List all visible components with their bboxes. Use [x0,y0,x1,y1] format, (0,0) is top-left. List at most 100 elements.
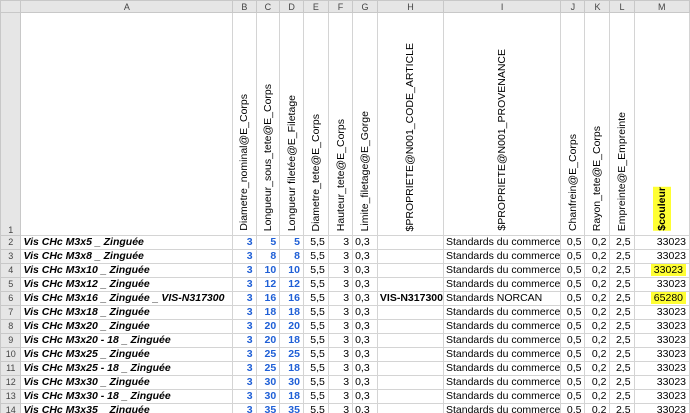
header-cell-i[interactable]: $PROPRIETE@N001_PROVENANCE [442,12,562,236]
cell-rayon-tete[interactable]: 0,2 [584,249,611,264]
cell-chanfrein[interactable]: 0,5 [560,235,586,250]
cell-empreinte[interactable]: 2,5 [609,305,635,320]
cell-longueur-sous-tete[interactable]: 25 [255,361,281,376]
cell-limite-filetage[interactable]: 0,3 [352,375,378,390]
cell-provenance[interactable]: Standards du commerce [442,389,562,404]
row-header[interactable]: 5 [0,277,22,292]
cell-longueur-sous-tete[interactable]: 16 [255,291,281,306]
cell-couleur[interactable]: 33023 [633,361,690,376]
cell-provenance[interactable]: Standards du commerce [442,305,562,320]
cell-diametre-tete[interactable]: 5,5 [302,389,329,404]
cell-longueur-filetee[interactable]: 18 [279,361,304,376]
header-cell-l[interactable]: Empreinte@E_Empreinte [609,12,635,236]
cell-hauteur-tete[interactable]: 3 [327,235,354,250]
cell-code-article[interactable] [376,333,444,348]
cell-hauteur-tete[interactable]: 3 [327,333,354,348]
row-header[interactable]: 10 [0,347,22,362]
cell-diametre-nominal[interactable]: 3 [232,249,257,264]
cell-diametre-tete[interactable]: 5,5 [302,305,329,320]
cell-name[interactable]: Vis CHc M3x25 - 18 _ Zinguée [20,361,234,376]
cell-provenance[interactable]: Standards du commerce [442,333,562,348]
cell-diametre-nominal[interactable]: 3 [232,291,257,306]
cell-empreinte[interactable]: 2,5 [609,347,635,362]
cell-limite-filetage[interactable]: 0,3 [352,291,378,306]
cell-empreinte[interactable]: 2,5 [609,361,635,376]
column-header-k[interactable]: K [584,0,611,13]
cell-provenance[interactable]: Standards NORCAN [442,291,562,306]
cell-provenance[interactable]: Standards du commerce [442,361,562,376]
column-header-l[interactable]: L [609,0,635,13]
cell-longueur-filetee[interactable]: 30 [279,375,304,390]
cell-rayon-tete[interactable]: 0,2 [584,347,611,362]
column-header-c[interactable]: C [255,0,281,13]
cell-provenance[interactable]: Standards du commerce [442,403,562,413]
cell-couleur[interactable]: 33023 [633,333,690,348]
row-header[interactable]: 1 [0,12,22,236]
cell-empreinte[interactable]: 2,5 [609,319,635,334]
cell-couleur[interactable]: 65280 [633,291,690,306]
cell-longueur-sous-tete[interactable]: 18 [255,305,281,320]
cell-hauteur-tete[interactable]: 3 [327,249,354,264]
cell-couleur[interactable]: 33023 [633,277,690,292]
cell-longueur-filetee[interactable]: 12 [279,277,304,292]
cell-name[interactable]: Vis CHc M3x12 _ Zinguée [20,277,234,292]
cell-longueur-sous-tete[interactable]: 20 [255,333,281,348]
cell-limite-filetage[interactable]: 0,3 [352,249,378,264]
cell-longueur-sous-tete[interactable]: 10 [255,263,281,278]
cell-chanfrein[interactable]: 0,5 [560,375,586,390]
cell-name[interactable]: Vis CHc M3x10 _ Zinguée [20,263,234,278]
cell-hauteur-tete[interactable]: 3 [327,403,354,413]
cell-chanfrein[interactable]: 0,5 [560,305,586,320]
column-header-e[interactable]: E [302,0,329,13]
cell-chanfrein[interactable]: 0,5 [560,389,586,404]
column-header-h[interactable]: H [376,0,444,13]
cell-rayon-tete[interactable]: 0,2 [584,361,611,376]
cell-rayon-tete[interactable]: 0,2 [584,375,611,390]
header-cell-c[interactable]: Longueur_sous_tete@E_Corps [255,12,281,236]
cell-longueur-sous-tete[interactable]: 25 [255,347,281,362]
cell-diametre-tete[interactable]: 5,5 [302,235,329,250]
cell-name[interactable]: Vis CHc M3x16 _ Zinguée _ VIS-N317300 [20,291,234,306]
cell-provenance[interactable]: Standards du commerce [442,319,562,334]
cell-diametre-nominal[interactable]: 3 [232,347,257,362]
cell-diametre-nominal[interactable]: 3 [232,277,257,292]
cell-diametre-tete[interactable]: 5,5 [302,277,329,292]
cell-diametre-tete[interactable]: 5,5 [302,291,329,306]
row-header[interactable]: 14 [0,403,22,413]
cell-limite-filetage[interactable]: 0,3 [352,277,378,292]
header-cell-a[interactable] [20,12,234,236]
row-header[interactable]: 12 [0,375,22,390]
cell-hauteur-tete[interactable]: 3 [327,389,354,404]
cell-name[interactable]: Vis CHc M3x35 _ Zinguée [20,403,234,413]
cell-chanfrein[interactable]: 0,5 [560,361,586,376]
cell-code-article[interactable] [376,305,444,320]
cell-rayon-tete[interactable]: 0,2 [584,389,611,404]
cell-longueur-sous-tete[interactable]: 5 [255,235,281,250]
cell-chanfrein[interactable]: 0,5 [560,403,586,413]
cell-limite-filetage[interactable]: 0,3 [352,333,378,348]
cell-chanfrein[interactable]: 0,5 [560,347,586,362]
cell-diametre-tete[interactable]: 5,5 [302,347,329,362]
cell-limite-filetage[interactable]: 0,3 [352,403,378,413]
cell-rayon-tete[interactable]: 0,2 [584,333,611,348]
cell-diametre-nominal[interactable]: 3 [232,333,257,348]
header-cell-j[interactable]: Chanfrein@E_Corps [560,12,586,236]
cell-couleur[interactable]: 33023 [633,347,690,362]
cell-hauteur-tete[interactable]: 3 [327,277,354,292]
header-cell-f[interactable]: Hauteur_tete@E_Corps [327,12,354,236]
cell-diametre-nominal[interactable]: 3 [232,235,257,250]
cell-diametre-tete[interactable]: 5,5 [302,375,329,390]
cell-diametre-tete[interactable]: 5,5 [302,361,329,376]
cell-rayon-tete[interactable]: 0,2 [584,235,611,250]
row-header[interactable]: 8 [0,319,22,334]
cell-chanfrein[interactable]: 0,5 [560,249,586,264]
cell-limite-filetage[interactable]: 0,3 [352,235,378,250]
cell-chanfrein[interactable]: 0,5 [560,333,586,348]
cell-longueur-filetee[interactable]: 8 [279,249,304,264]
column-header-j[interactable]: J [560,0,586,13]
cell-name[interactable]: Vis CHc M3x18 _ Zinguée [20,305,234,320]
cell-chanfrein[interactable]: 0,5 [560,263,586,278]
cell-empreinte[interactable]: 2,5 [609,389,635,404]
cell-provenance[interactable]: Standards du commerce [442,347,562,362]
column-header-d[interactable]: D [279,0,304,13]
